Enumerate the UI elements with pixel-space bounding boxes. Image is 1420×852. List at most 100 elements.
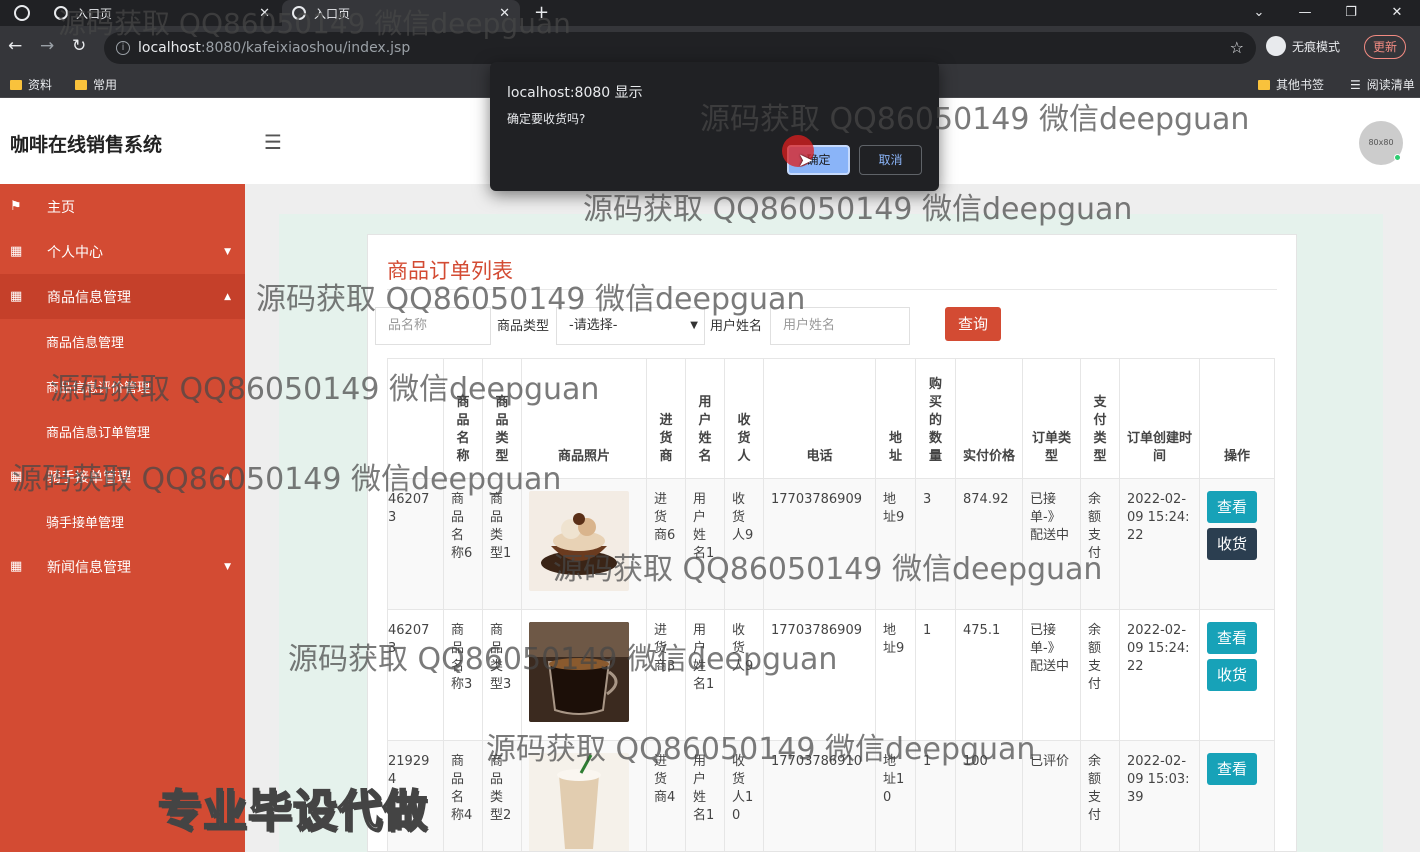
tab-search-icon[interactable]: ⌄ bbox=[1236, 0, 1282, 26]
sidebar-subitem-product-orders[interactable]: 商品信息订单管理 bbox=[46, 422, 150, 441]
cell-created-time: 2022-02-09 15:24:22 bbox=[1119, 478, 1200, 610]
cell-receiver: 收货人9 bbox=[724, 478, 764, 610]
col-phone: 电话 bbox=[763, 358, 876, 479]
tab-label: 入口页 bbox=[76, 6, 113, 21]
back-icon[interactable]: ← bbox=[8, 36, 22, 56]
cell-address: 地址9 bbox=[875, 478, 916, 610]
reading-list-icon: ☰ bbox=[1350, 77, 1361, 92]
col-vendor: 进货商 bbox=[646, 358, 686, 479]
sidebar-subitem-product-info[interactable]: 商品信息管理 bbox=[46, 332, 124, 351]
cell-product-name: 商品名称4 bbox=[443, 740, 483, 851]
browser-tab-2[interactable]: 入口页 ✕ bbox=[282, 0, 520, 26]
cell-phone: 17703786909 bbox=[763, 478, 876, 610]
avatar[interactable]: 80x80 bbox=[1359, 121, 1403, 165]
cell-quantity: 3 bbox=[915, 478, 956, 610]
app-title: 咖啡在线销售系统 bbox=[10, 134, 163, 156]
view-button[interactable]: 查看 bbox=[1207, 622, 1257, 654]
cell-pay-type: 余额支付 bbox=[1080, 478, 1120, 610]
cell-created-time: 2022-02-09 15:24:22 bbox=[1119, 609, 1200, 741]
cell-quantity: 1 bbox=[915, 609, 956, 741]
bookmark-star-icon[interactable]: ☆ bbox=[1230, 38, 1244, 57]
bookmark-folder[interactable]: 其他书签 bbox=[1258, 76, 1324, 93]
col-order-status: 订单类型 bbox=[1022, 358, 1081, 479]
update-button[interactable]: 更新 bbox=[1364, 35, 1407, 59]
col-pay-type: 支付类型 bbox=[1080, 358, 1120, 479]
receive-button[interactable]: 收货 bbox=[1207, 659, 1257, 691]
bookmark-label: 阅读清单 bbox=[1366, 78, 1415, 92]
flag-icon: ⚑ bbox=[10, 199, 22, 214]
bookmark-label: 资料 bbox=[28, 78, 53, 92]
sidebar-subitem-product-review[interactable]: 商品信息评价管理 bbox=[46, 377, 150, 396]
mouse-cursor-icon: ➤ bbox=[798, 150, 814, 171]
cell-product-photo bbox=[521, 478, 647, 610]
cell-phone: 17703786909 bbox=[763, 609, 876, 741]
product-type-select[interactable]: -请选择- ▼ bbox=[556, 307, 705, 345]
cell-vendor: 进货商3 bbox=[646, 609, 686, 741]
caret-up-icon: ▲ bbox=[224, 471, 231, 482]
folder-icon bbox=[75, 79, 87, 90]
caret-down-icon: ▼ bbox=[224, 246, 231, 257]
confirm-cancel-button[interactable]: 取消 bbox=[859, 145, 922, 175]
confirm-dialog: localhost:8080 显示 确定要收货吗? 确定 取消 bbox=[490, 62, 939, 191]
col-product-type: 商品类型 bbox=[482, 358, 522, 479]
user-name-label: 用户姓名 bbox=[710, 319, 763, 334]
forward-icon[interactable]: → bbox=[40, 36, 54, 56]
address-bar[interactable]: i localhost:8080/kafeixiaoshou/index.jsp… bbox=[104, 32, 1256, 64]
divider bbox=[387, 289, 1277, 290]
reload-icon[interactable]: ↻ bbox=[72, 36, 86, 56]
user-name-input[interactable]: 用户姓名 bbox=[770, 307, 910, 345]
info-icon[interactable]: i bbox=[116, 41, 130, 55]
cell-actions: 查看 收货 bbox=[1199, 609, 1275, 741]
bookmark-folder[interactable]: 常用 bbox=[75, 76, 117, 93]
dialog-title: localhost:8080 显示 bbox=[507, 85, 643, 101]
reading-list[interactable]: ☰ 阅读清单 bbox=[1350, 76, 1415, 93]
tab-close-icon[interactable]: ✕ bbox=[259, 6, 270, 21]
cell-order-status: 已评价 bbox=[1022, 740, 1081, 851]
receive-button[interactable]: 收货 bbox=[1207, 528, 1257, 560]
sidebar-item-product-management[interactable]: ▦ 商品信息管理 ▲ bbox=[0, 274, 245, 319]
bookmark-folder[interactable]: 资料 bbox=[10, 76, 52, 93]
product-photo bbox=[529, 622, 629, 722]
search-button[interactable]: 查询 bbox=[945, 307, 1001, 341]
cell-receiver: 收货人9 bbox=[724, 609, 764, 741]
new-tab-button[interactable]: + bbox=[534, 2, 549, 23]
incognito-indicator[interactable]: 无痕模式 bbox=[1266, 36, 1340, 56]
cell-receiver: 收货人10 bbox=[724, 740, 764, 851]
cell-id: 462073 bbox=[387, 609, 444, 741]
sidebar: ⚑ 主页 ▦ 个人中心 ▼ ▦ 商品信息管理 ▲ 商品信息管理 商品信息评价管理… bbox=[0, 184, 245, 852]
incognito-label: 无痕模式 bbox=[1292, 39, 1341, 54]
cell-vendor: 进货商4 bbox=[646, 740, 686, 851]
sidebar-item-news[interactable]: ▦ 新闻信息管理 ▼ bbox=[0, 544, 245, 589]
order-list-card: 商品订单列表 品名称 商品类型 -请选择- ▼ 用户姓名 用户姓名 查询 商品名称… bbox=[367, 234, 1297, 852]
restore-icon[interactable]: ❐ bbox=[1328, 0, 1374, 26]
promo-banner: 专业毕设代做 bbox=[157, 785, 428, 838]
cell-product-name: 商品名称6 bbox=[443, 478, 483, 610]
order-table: 商品名称 商品类型 商品照片 进货商 用户姓名 收货人 电话 地址 购买的数量 … bbox=[387, 358, 1275, 851]
select-value: -请选择- bbox=[569, 318, 618, 333]
page-title: 商品订单列表 bbox=[387, 259, 513, 283]
folder-icon bbox=[1258, 79, 1270, 90]
minimize-icon[interactable]: — bbox=[1282, 0, 1328, 26]
bookmark-label: 常用 bbox=[93, 78, 118, 92]
grid-icon: ▦ bbox=[10, 244, 23, 259]
sidebar-item-home[interactable]: ⚑ 主页 bbox=[0, 184, 245, 229]
url-path: :8080/kafeixiaoshou/index.jsp bbox=[200, 40, 411, 56]
col-paid-price: 实付价格 bbox=[955, 358, 1023, 479]
sidebar-item-rider-orders[interactable]: ▦ 骑手接单管理 ▲ bbox=[0, 454, 245, 499]
view-button[interactable]: 查看 bbox=[1207, 491, 1257, 523]
window-close-icon[interactable]: ✕ bbox=[1374, 0, 1420, 26]
online-status-icon bbox=[1394, 154, 1401, 161]
col-quantity: 购买的数量 bbox=[915, 358, 956, 479]
browser-tab-1[interactable]: 入口页 ✕ bbox=[44, 0, 280, 26]
cell-user-name: 用户姓名1 bbox=[685, 740, 725, 851]
table-header-row: 商品名称 商品类型 商品照片 进货商 用户姓名 收货人 电话 地址 购买的数量 … bbox=[387, 358, 1275, 479]
product-name-input[interactable]: 品名称 bbox=[375, 307, 491, 345]
tab-close-icon[interactable]: ✕ bbox=[499, 6, 510, 21]
cell-vendor: 进货商6 bbox=[646, 478, 686, 610]
incognito-icon bbox=[1266, 36, 1286, 56]
sidebar-subitem-rider-orders[interactable]: 骑手接单管理 bbox=[46, 512, 124, 531]
dialog-message: 确定要收货吗? bbox=[507, 112, 586, 126]
sidebar-item-personal-center[interactable]: ▦ 个人中心 ▼ bbox=[0, 229, 245, 274]
view-button[interactable]: 查看 bbox=[1207, 753, 1257, 785]
menu-toggle-icon[interactable]: ☰ bbox=[264, 130, 282, 154]
